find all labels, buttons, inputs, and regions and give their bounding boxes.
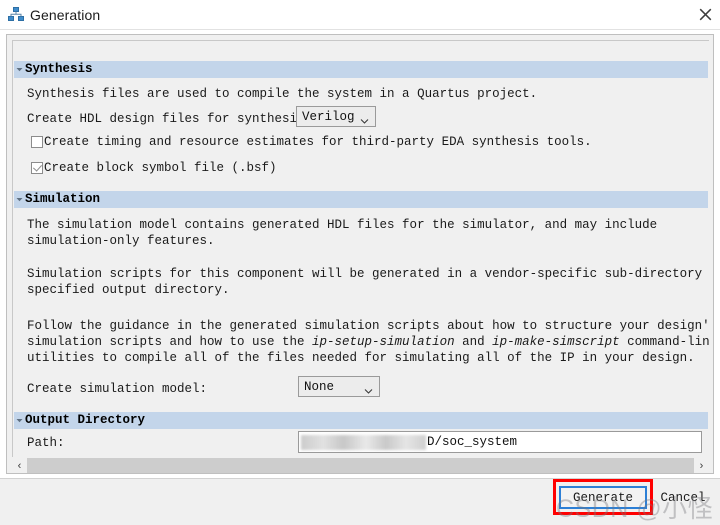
section-header-synthesis[interactable]: Synthesis: [14, 61, 708, 78]
section-title-simulation: Simulation: [25, 192, 101, 206]
synthesis-description: Synthesis files are used to compile the …: [27, 87, 538, 101]
output-path-value: D/soc_system: [427, 435, 518, 449]
simulation-paragraph1-line2: simulation-only features.: [27, 234, 215, 248]
scrollbar-track[interactable]: [27, 458, 694, 473]
chevron-down-icon: [360, 112, 369, 124]
p3-l2-seg-a: simulation scripts and how to use the: [27, 335, 313, 349]
hierarchy-icon: [5, 5, 27, 25]
section-title-synthesis: Synthesis: [25, 62, 93, 76]
checkbox-box[interactable]: [31, 162, 43, 174]
p3-l2-seg-c: command-line: [619, 335, 709, 349]
simulation-paragraph2-line2: specified output directory.: [27, 283, 230, 297]
section-header-simulation[interactable]: Simulation: [14, 191, 708, 208]
p3-l2-italic-ip-make-simscript: ip-make-simscript: [492, 335, 620, 349]
horizontal-scrollbar[interactable]: ‹ ›: [12, 458, 709, 473]
chevron-down-icon: [14, 61, 25, 78]
scrollbar-thumb[interactable]: [27, 458, 694, 473]
chevron-down-icon: [14, 412, 25, 429]
chevron-down-icon: [14, 191, 25, 208]
checkbox-box[interactable]: [31, 136, 43, 148]
simulation-model-value: None: [304, 379, 335, 394]
title-bar: Generation: [0, 0, 720, 30]
generation-dialog: Generation Synthesis Synthesis files are…: [0, 0, 720, 525]
hdl-language-label: Create HDL design files for synthesis:: [27, 112, 313, 126]
checkbox-bsf-label: Create block symbol file (.bsf): [44, 161, 277, 175]
scroll-left-icon[interactable]: ‹: [12, 458, 27, 473]
dialog-body: Synthesis Synthesis files are used to co…: [6, 34, 714, 474]
simulation-paragraph3-line2: simulation scripts and how to use the ip…: [27, 334, 709, 350]
close-icon[interactable]: [690, 0, 720, 28]
hdl-language-value: Verilog: [302, 109, 355, 124]
dialog-footer: Generate Cancel: [0, 478, 720, 525]
hdl-language-select[interactable]: Verilog: [296, 106, 376, 127]
cancel-button[interactable]: Cancel: [653, 486, 713, 509]
section-title-output-directory: Output Directory: [25, 413, 146, 427]
simulation-paragraph1-line1: The simulation model contains generated …: [27, 218, 658, 232]
section-header-output-directory[interactable]: Output Directory: [14, 412, 708, 429]
simulation-paragraph3-line1: Follow the guidance in the generated sim…: [27, 319, 709, 333]
generate-button[interactable]: Generate: [559, 486, 647, 509]
simulation-paragraph2-line1: Simulation scripts for this component wi…: [27, 267, 709, 281]
scroll-right-icon[interactable]: ›: [694, 458, 709, 473]
window-title: Generation: [30, 6, 101, 23]
p3-l2-seg-b: and: [454, 335, 493, 349]
path-label: Path:: [27, 436, 65, 450]
chevron-down-icon: [364, 382, 373, 394]
simulation-model-select[interactable]: None: [298, 376, 380, 397]
checkbox-timing-estimates[interactable]: Create timing and resource estimates for…: [31, 135, 592, 149]
p3-l2-italic-ip-setup-simulation: ip-setup-simulation: [312, 335, 455, 349]
output-path-input[interactable]: D/soc_system: [298, 431, 702, 453]
checkbox-block-symbol-file[interactable]: Create block symbol file (.bsf): [31, 161, 277, 175]
checkbox-timing-label: Create timing and resource estimates for…: [44, 135, 592, 149]
scroll-content: Synthesis Synthesis files are used to co…: [12, 40, 709, 457]
simulation-model-label: Create simulation model:: [27, 382, 208, 396]
simulation-paragraph3-line3: utilities to compile all of the files ne…: [27, 351, 695, 365]
